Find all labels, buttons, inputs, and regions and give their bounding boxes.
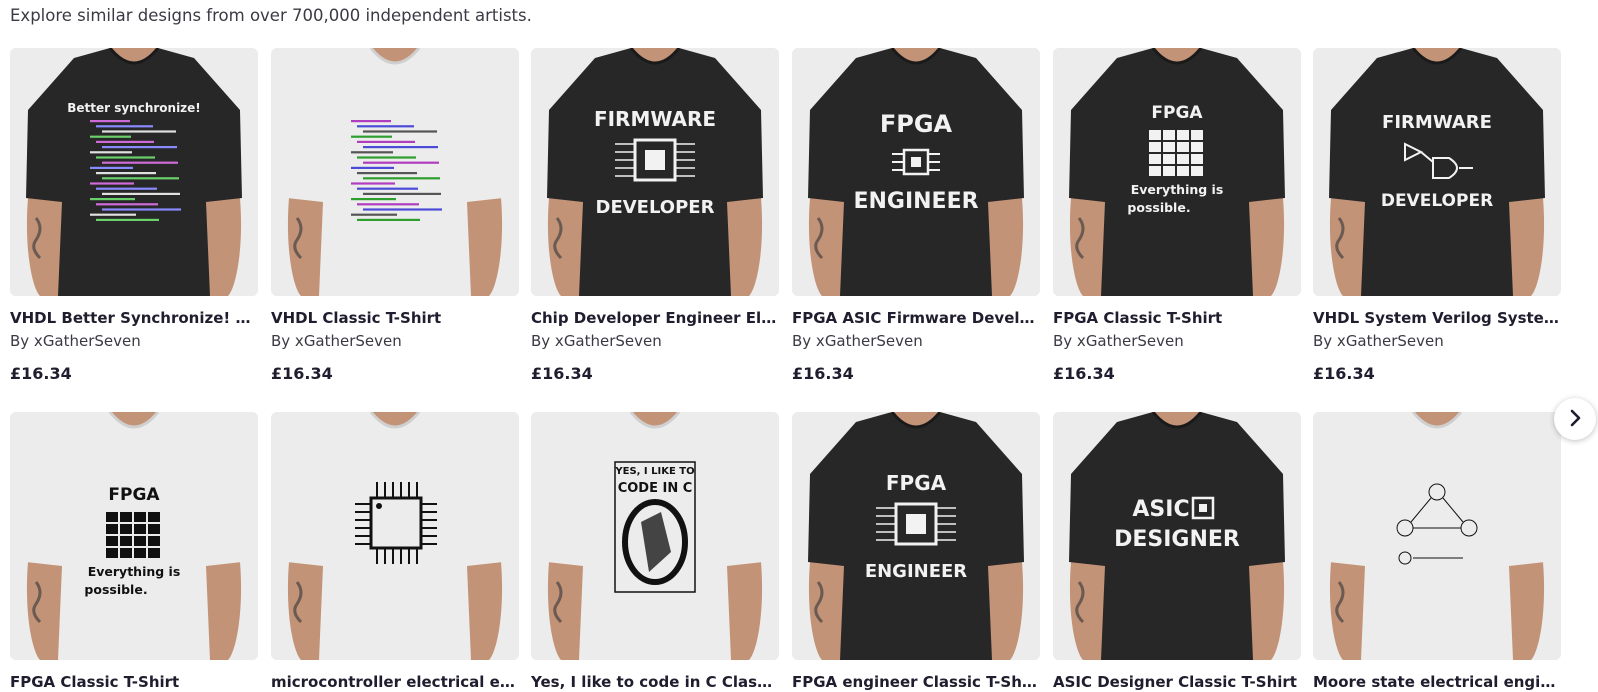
product-artist[interactable]: By xGatherSeven [792,331,1040,351]
product-image[interactable]: FIRMWARE DEVELOPER [1313,48,1561,296]
product-image[interactable]: FPGA ENGINEER [792,48,1040,296]
product-card[interactable]: VHDL Classic T-Shirt By xGatherSeven £16.3… [271,48,519,384]
product-price: £16.34 [271,364,333,383]
product-card[interactable]: ASIC DESIGNER ASIC Designer Classic T-Shir… [1053,412,1301,692]
print-text: Better synchronize! [67,101,201,115]
print-text: possible. [84,582,147,597]
section-intro-text: Explore similar designs from over 700,00… [10,6,532,25]
print-text: DESIGNER [1114,527,1240,552]
print-text: possible. [1127,200,1190,215]
product-card[interactable]: YES, I LIKE TO CODE IN C Yes, I like to co… [531,412,779,692]
product-artist[interactable]: By xGatherSeven [1313,331,1561,351]
print-text: ENGINEER [865,561,967,582]
print-text: YES, I LIKE TO [614,466,694,477]
product-title[interactable]: FPGA Classic T-Shirt [1053,308,1301,328]
product-title[interactable]: Chip Developer Engineer Electric... [531,308,779,328]
product-image[interactable]: FPGA ENGINEER [792,412,1040,660]
product-title[interactable]: VHDL System Verilog SystemC ... [1313,308,1561,328]
product-image[interactable]: Better synchronize! [10,48,258,296]
product-card[interactable]: FIRMWARE DEVELOPER VHDL System Verilog Sys… [1313,48,1561,384]
print-text: FPGA [108,485,160,505]
product-title[interactable]: Yes, I like to code in C Classic T... [531,672,779,692]
product-card[interactable]: Moore state electrical engineeri... [1313,412,1561,692]
product-artist[interactable]: By xGatherSeven [10,331,258,351]
product-image[interactable]: FPGA Everything is possible. [10,412,258,660]
product-price: £16.34 [531,364,593,383]
print-text: DEVELOPER [1381,191,1493,211]
product-image[interactable] [271,412,519,660]
print-text: Everything is [88,564,181,579]
print-text: FPGA [880,110,953,138]
print-text: CODE IN C [618,481,693,496]
product-title[interactable]: ASIC Designer Classic T-Shirt [1053,672,1301,692]
product-card[interactable]: FPGA ENGINEER FPGA engineer Classic T-Shir… [792,412,1040,692]
print-text: FPGA [886,471,947,495]
product-card[interactable]: FPGA Everything is possible. FPGA Classic T… [1053,48,1301,384]
product-artist[interactable]: By xGatherSeven [531,331,779,351]
product-image[interactable]: ASIC DESIGNER [1053,412,1301,660]
product-title[interactable]: VHDL Better Synchronize! Classi... [10,308,258,328]
product-artist[interactable]: By xGatherSeven [1053,331,1301,351]
product-image[interactable] [1313,412,1561,660]
product-title[interactable]: FPGA ASIC Firmware Developer ... [792,308,1040,328]
product-price: £16.34 [792,364,854,383]
print-text: FIRMWARE [1382,112,1492,133]
product-title[interactable]: VHDL Classic T-Shirt [271,308,519,328]
product-card[interactable]: microcontroller electrical engi... [271,412,519,692]
product-price: £16.34 [10,364,72,383]
product-card[interactable]: FPGA Everything is possible. FPGA Classic T… [10,412,258,692]
product-image[interactable]: FPGA Everything is possible. [1053,48,1301,296]
product-title[interactable]: FPGA Classic T-Shirt [10,672,258,692]
product-card[interactable]: FIRMWARE DEVELOPER Chip Developer Engineer… [531,48,779,384]
carousel-next-button[interactable] [1554,398,1596,440]
print-text: Everything is [1131,182,1224,197]
print-text: FPGA [1151,103,1203,123]
print-text: ASIC [1132,497,1189,522]
product-image[interactable]: YES, I LIKE TO CODE IN C [531,412,779,660]
product-artist[interactable]: By xGatherSeven [271,331,519,351]
product-price: £16.34 [1053,364,1115,383]
product-price: £16.34 [1313,364,1375,383]
print-text: ENGINEER [853,189,978,214]
product-card[interactable]: Better synchronize! VHDL Better Synchroni… [10,48,258,384]
chevron-right-icon [1566,409,1584,430]
print-text: DEVELOPER [596,197,715,218]
product-title[interactable]: Moore state electrical engineeri... [1313,672,1561,692]
product-image[interactable] [271,48,519,296]
print-text: FIRMWARE [594,107,716,131]
product-image[interactable]: FIRMWARE DEVELOPER [531,48,779,296]
product-card[interactable]: FPGA ENGINEER FPGA ASIC Firmware Developer… [792,48,1040,384]
product-title[interactable]: microcontroller electrical engi... [271,672,519,692]
product-title[interactable]: FPGA engineer Classic T-Shirt [792,672,1040,692]
